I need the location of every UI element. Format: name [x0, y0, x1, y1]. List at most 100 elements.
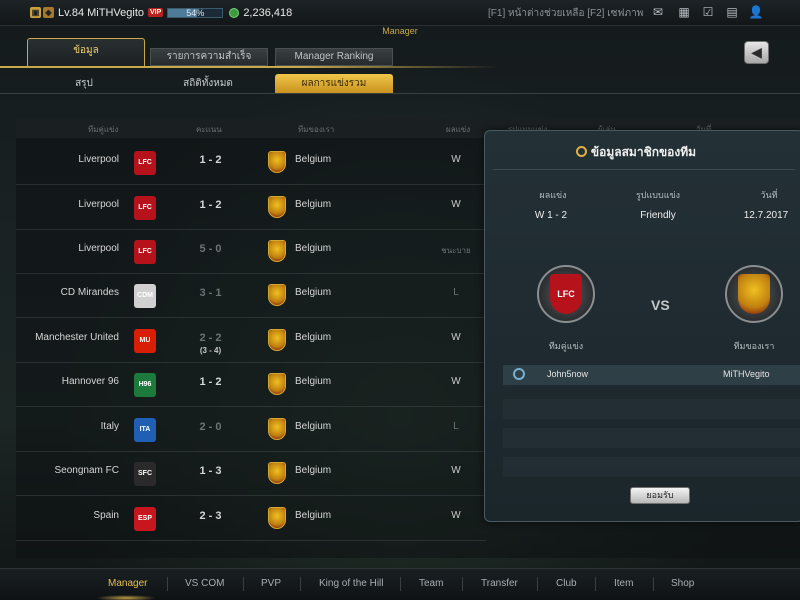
belgium-crest-icon — [268, 240, 286, 262]
nav-separator — [243, 577, 244, 591]
subtab-all-stats[interactable]: สถิติทั้งหมด — [168, 74, 248, 93]
popup-header-date: วันที่ — [760, 190, 778, 200]
popup-divider — [493, 169, 795, 170]
checklist-icon[interactable]: ☑ — [700, 5, 716, 19]
table-row[interactable]: Seongnam FC SFC 1 - 3 Belgium W — [16, 452, 486, 496]
exp-percent: 54% — [186, 7, 205, 18]
match-result: W — [451, 510, 461, 521]
vip-badge: VIP — [148, 8, 164, 17]
back-arrow-icon: ◀ — [751, 44, 762, 60]
match-score: 5 - 0 — [199, 243, 222, 255]
nav-item-team[interactable]: Team — [419, 578, 443, 589]
opponent-name: Liverpool — [78, 243, 119, 254]
club-badge-icon: ◆ — [43, 7, 54, 18]
table-row[interactable]: CD Mirandes CDM 3 - 1 Belgium L — [16, 274, 486, 318]
nav-item-transfer[interactable]: Transfer — [481, 578, 518, 589]
table-row[interactable]: Hannover 96 H96 1 - 2 Belgium W — [16, 363, 486, 407]
table-row[interactable]: Manchester United MU 2 - 2 (3 - 4) Belgium W — [16, 319, 486, 363]
belgium-crest-icon — [268, 462, 286, 484]
opponent-crest-icon: H96 — [134, 373, 156, 397]
nav-item-pvp[interactable]: PVP — [261, 578, 281, 589]
chat-icon[interactable]: ▤ — [724, 5, 740, 19]
our-team-label: ทีมของเรา — [733, 341, 775, 351]
accept-button[interactable]: ยอมรับ — [630, 487, 690, 504]
opponent-crest-icon: ITA — [134, 418, 156, 442]
our-team-name: Belgium — [295, 465, 332, 476]
match-result: L — [453, 421, 459, 432]
belgium-crest-icon — [738, 274, 770, 314]
nav-item-item[interactable]: Item — [614, 578, 633, 589]
tab-manager-ranking[interactable]: Manager Ranking — [275, 48, 393, 66]
table-row[interactable]: Liverpool LFC 1 - 2 Belgium W — [16, 186, 486, 230]
our-team-name: Belgium — [295, 243, 332, 254]
belgium-crest-icon — [268, 151, 286, 173]
screen-title: Manager — [382, 26, 418, 36]
our-team-name: Belgium — [295, 421, 332, 432]
nav-separator — [595, 577, 596, 591]
our-team-name: Belgium — [295, 376, 332, 387]
opponent-name: Liverpool — [78, 154, 119, 165]
member-row-empty — [503, 457, 800, 477]
match-score: 1 - 2 — [199, 154, 222, 166]
nav-separator — [652, 577, 654, 591]
popup-result-value: W 1 - 2 — [534, 210, 568, 221]
back-button[interactable]: ◀ — [744, 41, 769, 64]
header-result: ผลแข่ง — [446, 125, 471, 134]
opponent-crest-icon: SFC — [134, 462, 156, 486]
match-score: 1 - 2 — [199, 376, 222, 388]
subtab-match-results[interactable]: ผลการแข่งรวม — [275, 74, 393, 93]
table-row[interactable]: Spain ESP 2 - 3 Belgium W — [16, 497, 486, 541]
belgium-crest-icon — [268, 196, 286, 218]
our-manager-name: MiTHVegito — [723, 369, 770, 379]
bottom-navigation: Manager VS COM PVP King of the Hill Team Tran… — [0, 568, 800, 600]
top-status-bar: ▣ ◆ Lv.84 MiTHVegito VIP 54% 2,236,418 [… — [0, 0, 800, 26]
match-result: W — [451, 376, 461, 387]
nav-separator — [536, 577, 538, 591]
search-icon — [575, 146, 587, 157]
nav-item-vs-com[interactable]: VS COM — [185, 578, 224, 589]
opponent-crest-icon: MU — [134, 329, 156, 353]
profile-icon[interactable]: 👤 — [748, 5, 764, 19]
belgium-crest-icon — [268, 507, 286, 529]
nav-item-shop[interactable]: Shop — [671, 578, 694, 589]
our-team-name: Belgium — [295, 332, 332, 343]
belgium-crest-icon — [268, 329, 286, 351]
sub-tabs: สรุป สถิติทั้งหมด ผลการแข่งรวม — [0, 74, 800, 94]
subtab-summary[interactable]: สรุป — [44, 74, 124, 93]
table-row[interactable]: Liverpool LFC 5 - 0 Belgium ชนะบาย — [16, 230, 486, 274]
liverpool-crest-icon: LFC — [550, 274, 582, 314]
match-result: W — [451, 199, 461, 210]
our-team-name: Belgium — [295, 510, 332, 521]
header-our-team: ทีมของเรา — [298, 125, 335, 134]
match-result: W — [451, 332, 461, 343]
search-icon[interactable] — [513, 368, 525, 380]
subtabs-divider — [0, 93, 800, 94]
exp-progress-bar: 54% — [167, 7, 224, 18]
opponent-name: Italy — [100, 421, 119, 432]
table-row[interactable]: Liverpool LFC 1 - 2 Belgium W — [16, 141, 486, 185]
nav-item-club[interactable]: Club — [556, 578, 577, 589]
nav-item-manager[interactable]: Manager — [108, 578, 147, 589]
match-result: ชนะบาย — [441, 246, 471, 255]
nav-separator — [462, 577, 463, 591]
belgium-crest-icon — [268, 284, 286, 306]
member-row[interactable]: John5now MiTHVegito — [503, 365, 800, 385]
header-opponent: ทีมคู่แข่ง — [88, 125, 119, 134]
calendar-icon[interactable]: ▦ — [676, 5, 692, 19]
opponent-name: Manchester United — [35, 332, 119, 343]
opponent-name: Hannover 96 — [61, 376, 119, 387]
our-team-name: Belgium — [295, 154, 332, 165]
tab-info[interactable]: ข้อมูล — [27, 38, 145, 68]
mail-icon[interactable]: ✉ — [650, 5, 666, 19]
nav-separator — [300, 577, 301, 591]
match-score: 1 - 2 — [199, 199, 222, 211]
main-tabs: ข้อมูล รายการความสำเร็จ Manager Ranking — [0, 38, 500, 68]
nav-item-king-of-the-hill[interactable]: King of the Hill — [319, 578, 383, 589]
money-amount: 2,236,418 — [243, 6, 293, 19]
tab-achievements[interactable]: รายการความสำเร็จ — [150, 48, 268, 66]
popup-title: ข้อมูลสมาชิกของทีม — [590, 145, 697, 159]
opponent-crest-icon: LFC — [537, 265, 595, 323]
help-hotkeys-text: [F1] หน้าต่างช่วยเหลือ [F2] เซฟภาพ — [488, 8, 644, 19]
match-result: L — [453, 287, 459, 298]
table-row[interactable]: Italy ITA 2 - 0 Belgium L — [16, 408, 486, 452]
